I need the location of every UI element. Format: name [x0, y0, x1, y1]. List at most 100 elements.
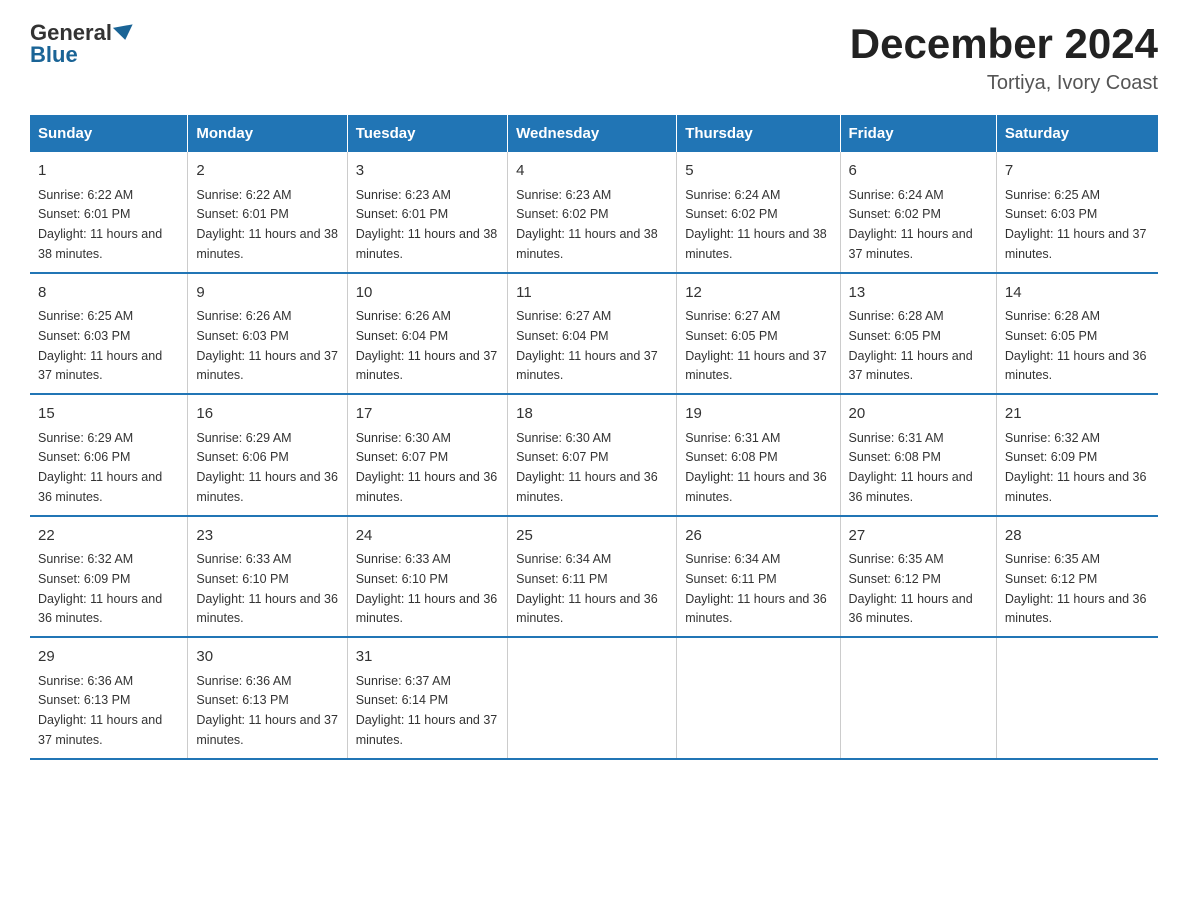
day-number: 7	[1005, 160, 1150, 183]
title-area: December 2024 Tortiya, Ivory Coast	[850, 20, 1158, 95]
day-number: 16	[196, 403, 338, 426]
day-number: 8	[38, 282, 179, 305]
calendar-table: SundayMondayTuesdayWednesdayThursdayFrid…	[30, 115, 1158, 760]
day-number: 4	[516, 160, 668, 183]
page-subtitle: Tortiya, Ivory Coast	[850, 72, 1158, 95]
calendar-cell: 24 Sunrise: 6:33 AMSunset: 6:10 PMDaylig…	[347, 516, 507, 638]
day-number: 1	[38, 160, 179, 183]
calendar-cell: 13 Sunrise: 6:28 AMSunset: 6:05 PMDaylig…	[840, 273, 996, 395]
day-info: Sunrise: 6:30 AMSunset: 6:07 PMDaylight:…	[516, 431, 658, 504]
day-number: 31	[356, 646, 499, 669]
weekday-header-row: SundayMondayTuesdayWednesdayThursdayFrid…	[30, 115, 1158, 152]
day-number: 29	[38, 646, 179, 669]
calendar-cell	[677, 637, 840, 759]
day-number: 11	[516, 282, 668, 305]
day-number: 10	[356, 282, 499, 305]
day-info: Sunrise: 6:29 AMSunset: 6:06 PMDaylight:…	[196, 431, 338, 504]
calendar-cell: 19 Sunrise: 6:31 AMSunset: 6:08 PMDaylig…	[677, 394, 840, 516]
day-number: 5	[685, 160, 831, 183]
calendar-cell	[996, 637, 1158, 759]
day-info: Sunrise: 6:28 AMSunset: 6:05 PMDaylight:…	[1005, 309, 1147, 382]
logo-blue: Blue	[30, 42, 78, 68]
day-info: Sunrise: 6:30 AMSunset: 6:07 PMDaylight:…	[356, 431, 498, 504]
calendar-cell: 23 Sunrise: 6:33 AMSunset: 6:10 PMDaylig…	[188, 516, 347, 638]
day-info: Sunrise: 6:31 AMSunset: 6:08 PMDaylight:…	[849, 431, 973, 504]
day-info: Sunrise: 6:25 AMSunset: 6:03 PMDaylight:…	[1005, 188, 1147, 261]
calendar-cell: 26 Sunrise: 6:34 AMSunset: 6:11 PMDaylig…	[677, 516, 840, 638]
week-row-1: 1 Sunrise: 6:22 AMSunset: 6:01 PMDayligh…	[30, 152, 1158, 273]
weekday-header-tuesday: Tuesday	[347, 115, 507, 152]
day-info: Sunrise: 6:23 AMSunset: 6:02 PMDaylight:…	[516, 188, 658, 261]
calendar-cell: 1 Sunrise: 6:22 AMSunset: 6:01 PMDayligh…	[30, 152, 188, 273]
logo-arrow-icon	[113, 24, 135, 41]
day-number: 26	[685, 525, 831, 548]
day-info: Sunrise: 6:27 AMSunset: 6:04 PMDaylight:…	[516, 309, 658, 382]
day-number: 13	[849, 282, 988, 305]
day-number: 23	[196, 525, 338, 548]
calendar-cell: 28 Sunrise: 6:35 AMSunset: 6:12 PMDaylig…	[996, 516, 1158, 638]
weekday-header-thursday: Thursday	[677, 115, 840, 152]
week-row-4: 22 Sunrise: 6:32 AMSunset: 6:09 PMDaylig…	[30, 516, 1158, 638]
week-row-5: 29 Sunrise: 6:36 AMSunset: 6:13 PMDaylig…	[30, 637, 1158, 759]
weekday-header-wednesday: Wednesday	[508, 115, 677, 152]
calendar-cell: 20 Sunrise: 6:31 AMSunset: 6:08 PMDaylig…	[840, 394, 996, 516]
logo: General Blue	[30, 20, 134, 68]
day-info: Sunrise: 6:35 AMSunset: 6:12 PMDaylight:…	[1005, 552, 1147, 625]
calendar-cell: 18 Sunrise: 6:30 AMSunset: 6:07 PMDaylig…	[508, 394, 677, 516]
day-info: Sunrise: 6:37 AMSunset: 6:14 PMDaylight:…	[356, 674, 498, 747]
day-number: 21	[1005, 403, 1150, 426]
day-number: 27	[849, 525, 988, 548]
calendar-cell: 5 Sunrise: 6:24 AMSunset: 6:02 PMDayligh…	[677, 152, 840, 273]
day-info: Sunrise: 6:23 AMSunset: 6:01 PMDaylight:…	[356, 188, 498, 261]
day-info: Sunrise: 6:26 AMSunset: 6:03 PMDaylight:…	[196, 309, 338, 382]
calendar-cell	[508, 637, 677, 759]
calendar-cell: 6 Sunrise: 6:24 AMSunset: 6:02 PMDayligh…	[840, 152, 996, 273]
calendar-cell: 29 Sunrise: 6:36 AMSunset: 6:13 PMDaylig…	[30, 637, 188, 759]
weekday-header-saturday: Saturday	[996, 115, 1158, 152]
calendar-cell: 3 Sunrise: 6:23 AMSunset: 6:01 PMDayligh…	[347, 152, 507, 273]
calendar-cell: 17 Sunrise: 6:30 AMSunset: 6:07 PMDaylig…	[347, 394, 507, 516]
calendar-cell: 8 Sunrise: 6:25 AMSunset: 6:03 PMDayligh…	[30, 273, 188, 395]
calendar-cell: 4 Sunrise: 6:23 AMSunset: 6:02 PMDayligh…	[508, 152, 677, 273]
day-info: Sunrise: 6:32 AMSunset: 6:09 PMDaylight:…	[38, 552, 162, 625]
day-info: Sunrise: 6:25 AMSunset: 6:03 PMDaylight:…	[38, 309, 162, 382]
calendar-cell: 27 Sunrise: 6:35 AMSunset: 6:12 PMDaylig…	[840, 516, 996, 638]
weekday-header-monday: Monday	[188, 115, 347, 152]
calendar-cell: 31 Sunrise: 6:37 AMSunset: 6:14 PMDaylig…	[347, 637, 507, 759]
day-number: 15	[38, 403, 179, 426]
day-number: 25	[516, 525, 668, 548]
day-number: 28	[1005, 525, 1150, 548]
day-info: Sunrise: 6:24 AMSunset: 6:02 PMDaylight:…	[685, 188, 827, 261]
calendar-cell: 14 Sunrise: 6:28 AMSunset: 6:05 PMDaylig…	[996, 273, 1158, 395]
week-row-3: 15 Sunrise: 6:29 AMSunset: 6:06 PMDaylig…	[30, 394, 1158, 516]
day-info: Sunrise: 6:28 AMSunset: 6:05 PMDaylight:…	[849, 309, 973, 382]
day-number: 18	[516, 403, 668, 426]
calendar-cell: 7 Sunrise: 6:25 AMSunset: 6:03 PMDayligh…	[996, 152, 1158, 273]
day-info: Sunrise: 6:33 AMSunset: 6:10 PMDaylight:…	[196, 552, 338, 625]
calendar-cell: 25 Sunrise: 6:34 AMSunset: 6:11 PMDaylig…	[508, 516, 677, 638]
day-info: Sunrise: 6:34 AMSunset: 6:11 PMDaylight:…	[516, 552, 658, 625]
day-info: Sunrise: 6:34 AMSunset: 6:11 PMDaylight:…	[685, 552, 827, 625]
day-info: Sunrise: 6:31 AMSunset: 6:08 PMDaylight:…	[685, 431, 827, 504]
day-info: Sunrise: 6:26 AMSunset: 6:04 PMDaylight:…	[356, 309, 498, 382]
week-row-2: 8 Sunrise: 6:25 AMSunset: 6:03 PMDayligh…	[30, 273, 1158, 395]
weekday-header-friday: Friday	[840, 115, 996, 152]
day-info: Sunrise: 6:24 AMSunset: 6:02 PMDaylight:…	[849, 188, 973, 261]
day-info: Sunrise: 6:22 AMSunset: 6:01 PMDaylight:…	[38, 188, 162, 261]
weekday-header-sunday: Sunday	[30, 115, 188, 152]
day-info: Sunrise: 6:27 AMSunset: 6:05 PMDaylight:…	[685, 309, 827, 382]
calendar-cell: 2 Sunrise: 6:22 AMSunset: 6:01 PMDayligh…	[188, 152, 347, 273]
calendar-cell: 22 Sunrise: 6:32 AMSunset: 6:09 PMDaylig…	[30, 516, 188, 638]
day-info: Sunrise: 6:29 AMSunset: 6:06 PMDaylight:…	[38, 431, 162, 504]
day-number: 19	[685, 403, 831, 426]
calendar-cell: 10 Sunrise: 6:26 AMSunset: 6:04 PMDaylig…	[347, 273, 507, 395]
day-info: Sunrise: 6:22 AMSunset: 6:01 PMDaylight:…	[196, 188, 338, 261]
day-number: 24	[356, 525, 499, 548]
calendar-cell: 15 Sunrise: 6:29 AMSunset: 6:06 PMDaylig…	[30, 394, 188, 516]
page-header: General Blue December 2024 Tortiya, Ivor…	[30, 20, 1158, 95]
calendar-cell: 21 Sunrise: 6:32 AMSunset: 6:09 PMDaylig…	[996, 394, 1158, 516]
calendar-cell: 16 Sunrise: 6:29 AMSunset: 6:06 PMDaylig…	[188, 394, 347, 516]
day-number: 6	[849, 160, 988, 183]
day-number: 22	[38, 525, 179, 548]
calendar-cell: 9 Sunrise: 6:26 AMSunset: 6:03 PMDayligh…	[188, 273, 347, 395]
